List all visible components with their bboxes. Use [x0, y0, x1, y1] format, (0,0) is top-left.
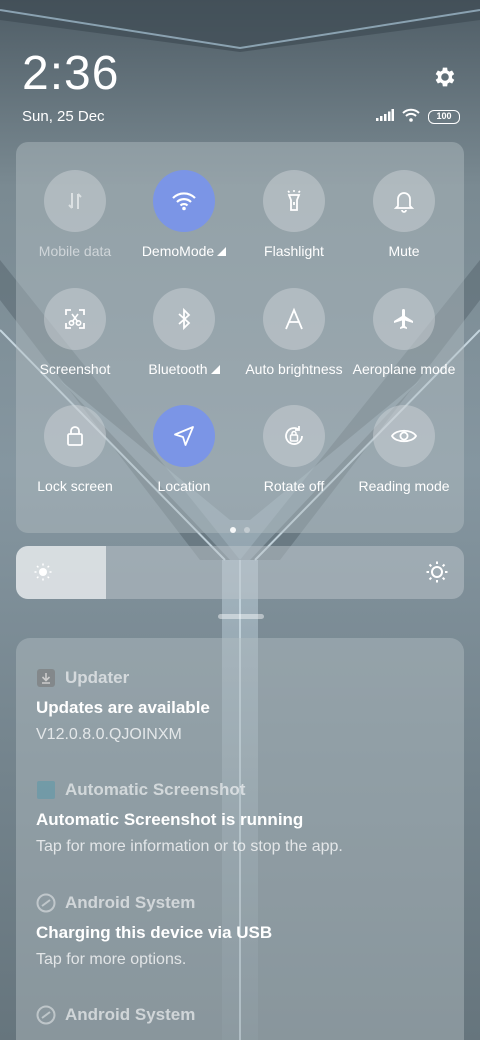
notification-title: Automatic Screenshot is running: [36, 810, 304, 829]
tile-label-text: Lock screen: [37, 478, 113, 494]
notification-app-name: Android System: [65, 893, 196, 912]
notification-title: Updates are available: [36, 698, 210, 717]
status-header: 2:36 Sun, 25 Dec 100: [22, 48, 460, 128]
tile-label: Mobile data: [20, 243, 130, 259]
lock-icon[interactable]: [44, 405, 106, 467]
tile-label-text: DemoMode: [141, 243, 215, 259]
tile-aeroplane-mode[interactable]: Aeroplane mode: [349, 288, 459, 377]
tile-mobile-data[interactable]: Mobile data: [20, 170, 130, 259]
tile-label-text: Location: [157, 478, 211, 494]
notification-app-name: Updater: [65, 668, 130, 687]
tile-label: Reading mode: [349, 478, 459, 494]
tile-label: Rotate off: [239, 478, 349, 494]
tile-label-text: Mute: [388, 243, 420, 259]
tile-demomode[interactable]: DemoMode: [129, 170, 239, 259]
panel-handle[interactable]: [218, 614, 264, 619]
tile-label-text: Rotate off: [263, 478, 325, 494]
notification-item[interactable]: Updater Updates are available V12.0.8.0.…: [36, 666, 448, 744]
expand-triangle-icon: [217, 247, 227, 256]
date[interactable]: Sun, 25 Dec: [22, 108, 105, 125]
tile-label: Location: [129, 478, 239, 494]
battery-icon: 100: [428, 110, 460, 124]
airplane-icon[interactable]: [373, 288, 435, 350]
tile-label-text: Screenshot: [39, 361, 111, 377]
notification-app-name: Automatic Screenshot: [65, 780, 246, 799]
tile-label-text: Flashlight: [264, 243, 324, 259]
notification-panel: Updater Updates are available V12.0.8.0.…: [16, 638, 464, 1040]
mobile-data-icon[interactable]: [44, 170, 106, 232]
tile-label-text: Bluetooth: [148, 361, 208, 377]
tile-screenshot[interactable]: Screenshot: [20, 288, 130, 377]
location-icon[interactable]: [153, 405, 215, 467]
android-system-icon: [36, 1005, 56, 1025]
tile-lock-screen[interactable]: Lock screen: [20, 405, 130, 494]
tile-label: Mute: [349, 243, 459, 259]
notification-body: Tap for more information or to stop the …: [36, 838, 343, 855]
gear-icon[interactable]: [432, 64, 458, 90]
wifi-icon[interactable]: [153, 170, 215, 232]
bell-icon[interactable]: [373, 170, 435, 232]
signal-icon: [376, 108, 394, 126]
tile-label: Auto brightness: [239, 361, 349, 377]
notification-body: Tap for more options.: [36, 951, 187, 968]
tile-label-text: Aeroplane mode: [352, 361, 456, 377]
wifi-icon: [402, 108, 420, 127]
system-icons: 100: [376, 108, 460, 126]
tile-mute[interactable]: Mute: [349, 170, 459, 259]
tile-label-text: Auto brightness: [245, 361, 343, 377]
brightness-low-icon: [34, 563, 52, 586]
brightness-slider-fill[interactable]: [16, 546, 106, 599]
page-dot: [244, 527, 250, 533]
brightness-high-icon: [426, 561, 448, 588]
rotate-lock-icon[interactable]: [263, 405, 325, 467]
notification-title: Charging this device via USB: [36, 923, 273, 942]
tile-flashlight[interactable]: Flashlight: [239, 170, 349, 259]
tile-auto-brightness[interactable]: Auto brightness: [239, 288, 349, 377]
bluetooth-icon[interactable]: [153, 288, 215, 350]
auto-brightness-icon[interactable]: [263, 288, 325, 350]
android-system-icon: [36, 893, 56, 913]
clock[interactable]: 2:36: [22, 48, 119, 100]
brightness-slider[interactable]: [16, 546, 464, 599]
notification-item[interactable]: Automatic Screenshot Automatic Screensho…: [36, 778, 448, 856]
page-dot-active: [230, 527, 236, 533]
updater-icon: [36, 668, 56, 688]
tile-reading-mode[interactable]: Reading mode: [349, 405, 459, 494]
page-indicator: [16, 520, 464, 538]
tile-bluetooth[interactable]: Bluetooth: [129, 288, 239, 377]
eye-icon[interactable]: [373, 405, 435, 467]
screenshot-icon[interactable]: [44, 288, 106, 350]
tile-rotate-off[interactable]: Rotate off: [239, 405, 349, 494]
tile-label: DemoMode: [129, 243, 239, 259]
tile-label: Aeroplane mode: [349, 361, 459, 377]
tile-label: Bluetooth: [129, 361, 239, 377]
tile-label: Lock screen: [20, 478, 130, 494]
expand-triangle-icon: [210, 365, 220, 374]
quick-settings-panel: Mobile data DemoMode Flashlight Mute Screens…: [16, 142, 464, 533]
notification-item[interactable]: Android System: [36, 1003, 448, 1027]
tile-label-text: Mobile data: [38, 243, 112, 259]
notification-body: V12.0.8.0.QJOINXM: [36, 726, 182, 743]
notification-item[interactable]: Android System Charging this device via …: [36, 891, 448, 969]
tile-location[interactable]: Location: [129, 405, 239, 494]
tile-label-text: Reading mode: [358, 478, 450, 494]
flashlight-icon[interactable]: [263, 170, 325, 232]
automatic-screenshot-icon: [36, 780, 56, 800]
tile-label: Flashlight: [239, 243, 349, 259]
notification-app-name: Android System: [65, 1005, 196, 1024]
tile-label: Screenshot: [20, 361, 130, 377]
